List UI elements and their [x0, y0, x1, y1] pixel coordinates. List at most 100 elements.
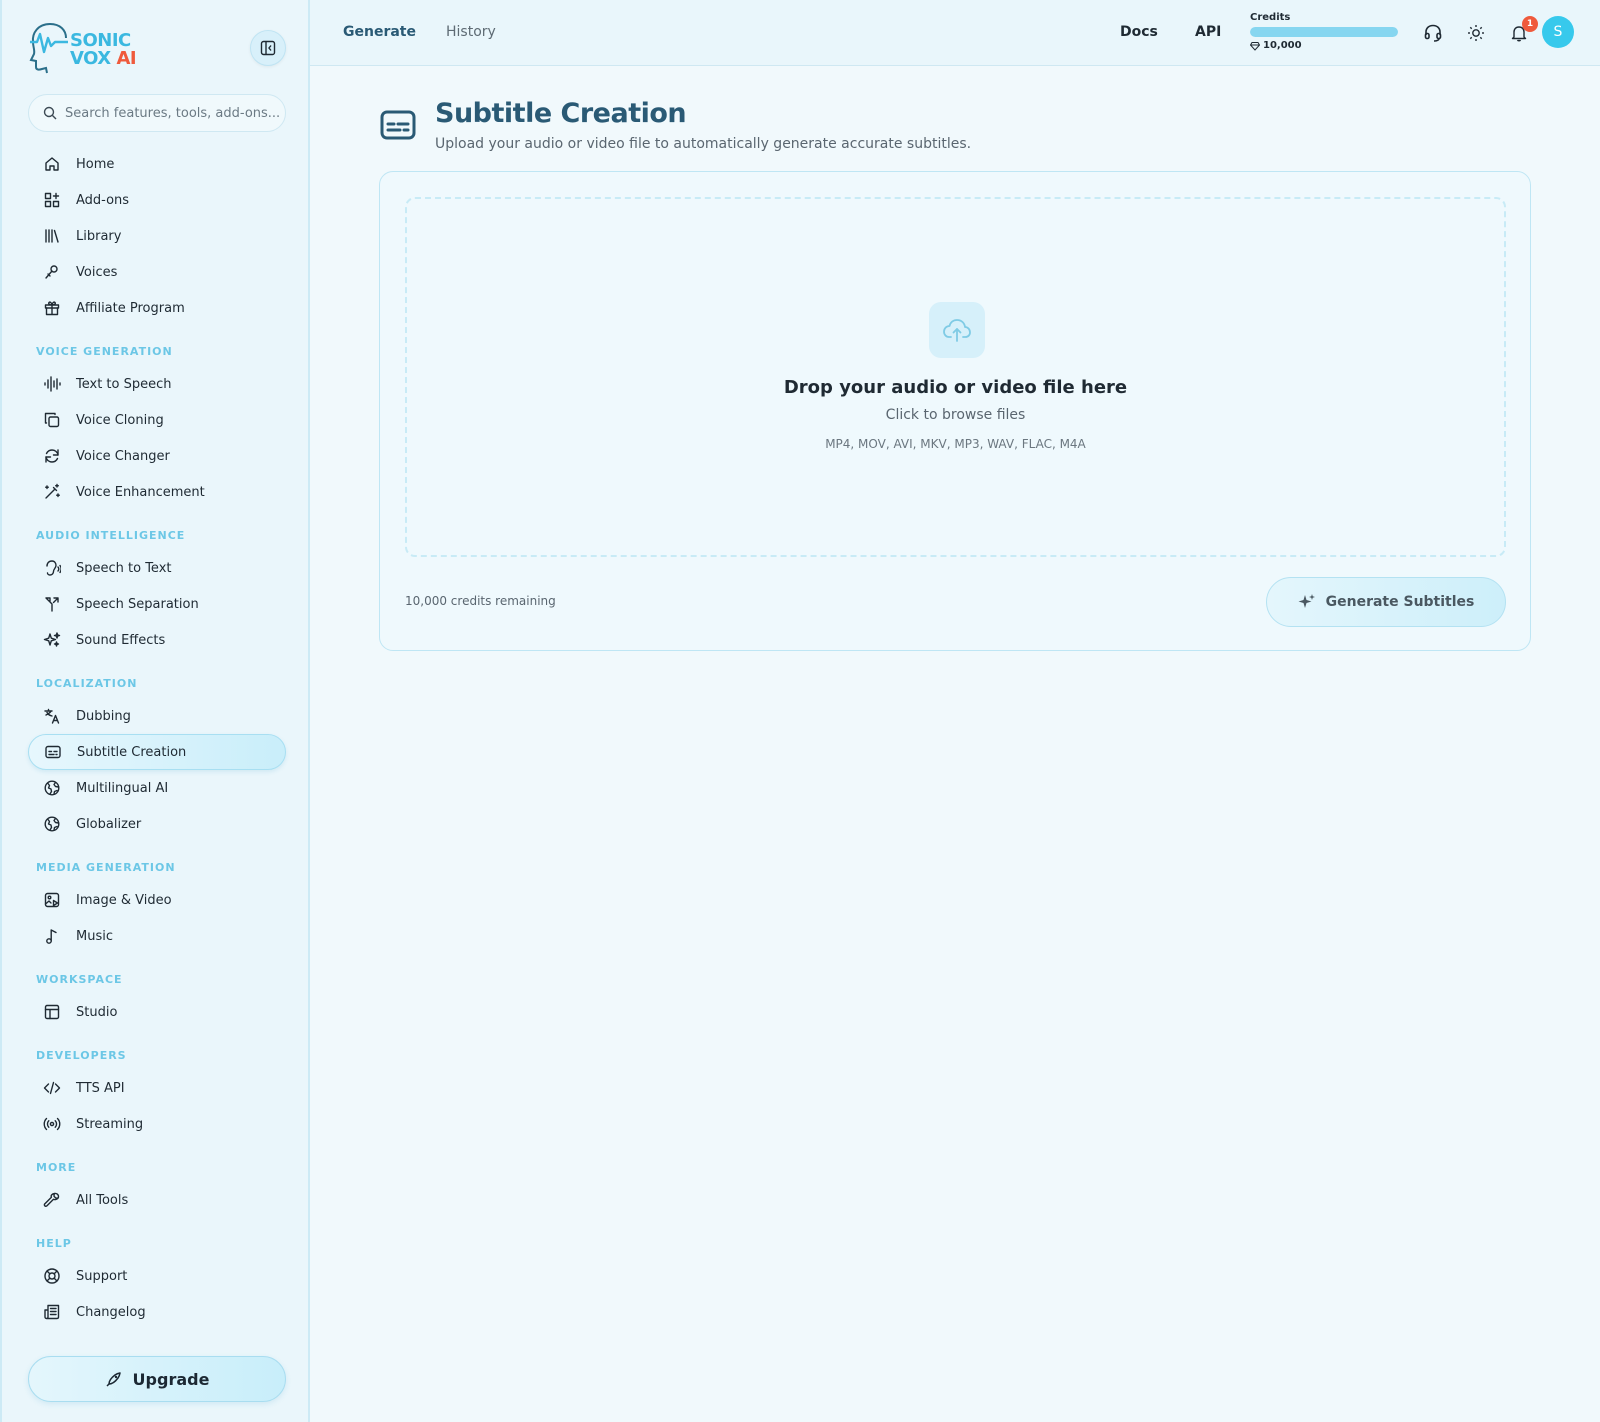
- credits-meter[interactable]: Credits 10,000: [1250, 12, 1400, 51]
- search-bar[interactable]: [28, 94, 286, 132]
- credits-progress-fill: [1250, 27, 1398, 37]
- sidebar-item-label: Streaming: [76, 1116, 144, 1132]
- upgrade-button[interactable]: Upgrade: [28, 1356, 286, 1402]
- sidebar-item-speech-separation[interactable]: Speech Separation: [28, 586, 286, 622]
- sidebar-item-label: Changelog: [76, 1304, 146, 1320]
- magic-wand-icon: [42, 482, 62, 502]
- captions-icon: [380, 110, 416, 140]
- sidebar-item-streaming[interactable]: Streaming: [28, 1106, 286, 1142]
- sidebar-item-label: Voices: [76, 264, 118, 280]
- sidebar-section-title: DEVELOPERS: [36, 1049, 127, 1062]
- generate-subtitles-button[interactable]: Generate Subtitles: [1266, 577, 1506, 627]
- sidebar: SONIC VOX AI Home Add-ons Library Voices Aff…: [0, 0, 310, 1422]
- copy-icon: [42, 410, 62, 430]
- notifications-button[interactable]: 1: [1508, 16, 1538, 44]
- search-icon: [43, 106, 57, 120]
- newspaper-icon: [42, 1302, 62, 1322]
- sidebar-item-dubbing[interactable]: Dubbing: [28, 698, 286, 734]
- sidebar-item-label: TTS API: [76, 1080, 125, 1096]
- upgrade-label: Upgrade: [132, 1369, 210, 1389]
- file-dropzone[interactable]: Drop your audio or video file here Click…: [405, 197, 1506, 557]
- sidebar-item-home[interactable]: Home: [28, 146, 286, 182]
- sidebar-item-multilingual-ai[interactable]: Multilingual AI: [28, 770, 286, 806]
- sidebar-item-voices[interactable]: Voices: [28, 254, 286, 290]
- docs-link[interactable]: Docs: [1120, 24, 1158, 40]
- code-icon: [42, 1078, 62, 1098]
- ear-icon: [42, 558, 62, 578]
- sidebar-item-image-video[interactable]: Image & Video: [28, 882, 286, 918]
- sidebar-item-subtitle-creation[interactable]: Subtitle Creation: [28, 734, 286, 770]
- user-avatar[interactable]: S: [1542, 16, 1574, 48]
- sidebar-item-library[interactable]: Library: [28, 218, 286, 254]
- sidebar-item-label: Speech to Text: [76, 560, 172, 576]
- sun-icon: [1468, 25, 1484, 41]
- sidebar-item-label: Music: [76, 928, 113, 944]
- grid-plus-icon: [42, 190, 62, 210]
- collapse-sidebar-button[interactable]: [250, 30, 286, 66]
- sidebar-item-label: Image & Video: [76, 892, 172, 908]
- sidebar-item-label: Text to Speech: [76, 376, 172, 392]
- search-input[interactable]: [65, 105, 285, 121]
- sidebar-item-music[interactable]: Music: [28, 918, 286, 954]
- microphone-icon: [42, 262, 62, 282]
- sidebar-item-changelog[interactable]: Changelog: [28, 1294, 286, 1330]
- sidebar-item-label: Library: [76, 228, 122, 244]
- generate-subtitles-label: Generate Subtitles: [1325, 594, 1475, 610]
- page-subtitle: Upload your audio or video file to autom…: [435, 136, 972, 152]
- sidebar-section-title: VOICE GENERATION: [36, 345, 173, 358]
- api-link[interactable]: API: [1195, 24, 1221, 40]
- refresh-icon: [42, 446, 62, 466]
- split-icon: [42, 594, 62, 614]
- credits-label: Credits: [1250, 12, 1291, 23]
- notification-badge: 1: [1522, 16, 1538, 32]
- sidebar-item-label: Voice Changer: [76, 448, 170, 464]
- gift-icon: [42, 298, 62, 318]
- sidebar-item-label: Add-ons: [76, 192, 130, 208]
- sidebar-item-all-tools[interactable]: All Tools: [28, 1182, 286, 1218]
- upload-card: Drop your audio or video file here Click…: [379, 171, 1531, 651]
- gem-icon: [1250, 41, 1260, 51]
- sidebar-item-support[interactable]: Support: [28, 1258, 286, 1294]
- theme-toggle-button[interactable]: [1465, 22, 1487, 44]
- sidebar-item-label: Affiliate Program: [76, 300, 185, 316]
- sidebar-item-add-ons[interactable]: Add-ons: [28, 182, 286, 218]
- sidebar-item-label: Sound Effects: [76, 632, 166, 648]
- tab-generate[interactable]: Generate: [343, 24, 416, 40]
- head-logo-icon: [29, 23, 68, 74]
- sidebar-item-label: Voice Cloning: [76, 412, 164, 428]
- layout-icon: [42, 1002, 62, 1022]
- credits-remaining: 10,000 credits remaining: [405, 594, 556, 608]
- headset-icon: [1424, 24, 1442, 42]
- captions-icon: [43, 742, 63, 762]
- languages-icon: [42, 706, 62, 726]
- tab-history[interactable]: History: [446, 24, 496, 40]
- sidebar-item-label: All Tools: [76, 1192, 129, 1208]
- sidebar-item-label: Studio: [76, 1004, 118, 1020]
- wrench-icon: [42, 1190, 62, 1210]
- sidebar-item-voice-enhancement[interactable]: Voice Enhancement: [28, 474, 286, 510]
- support-headset-button[interactable]: [1422, 22, 1444, 44]
- sidebar-item-globalizer[interactable]: Globalizer: [28, 806, 286, 842]
- sidebar-item-affiliate-program[interactable]: Affiliate Program: [28, 290, 286, 326]
- sidebar-item-tts-api[interactable]: TTS API: [28, 1070, 286, 1106]
- sidebar-item-voice-cloning[interactable]: Voice Cloning: [28, 402, 286, 438]
- sidebar-section-title: WORKSPACE: [36, 973, 123, 986]
- browse-files-text: Click to browse files: [885, 407, 1026, 423]
- sidebar-item-speech-to-text[interactable]: Speech to Text: [28, 550, 286, 586]
- sidebar-item-label: Voice Enhancement: [76, 484, 205, 500]
- home-icon: [42, 154, 62, 174]
- sidebar-item-text-to-speech[interactable]: Text to Speech: [28, 366, 286, 402]
- sidebar-item-label: Globalizer: [76, 816, 142, 832]
- sidebar-item-studio[interactable]: Studio: [28, 994, 286, 1030]
- sidebar-item-label: Multilingual AI: [76, 780, 169, 796]
- sidebar-item-sound-effects[interactable]: Sound Effects: [28, 622, 286, 658]
- supported-formats: MP4, MOV, AVI, MKV, MP3, WAV, FLAC, M4A: [825, 437, 1086, 451]
- sidebar-nav: Home Add-ons Library Voices Affiliate Progra…: [28, 146, 286, 1330]
- brand-wordmark: SONIC VOX AI: [70, 30, 137, 69]
- sparkles-icon: [1298, 593, 1316, 611]
- sidebar-item-voice-changer[interactable]: Voice Changer: [28, 438, 286, 474]
- sidebar-section-title: LOCALIZATION: [36, 677, 138, 690]
- globe-icon: [42, 814, 62, 834]
- credits-progress-bar: [1250, 27, 1398, 37]
- brand-logo[interactable]: SONIC VOX AI: [28, 20, 138, 74]
